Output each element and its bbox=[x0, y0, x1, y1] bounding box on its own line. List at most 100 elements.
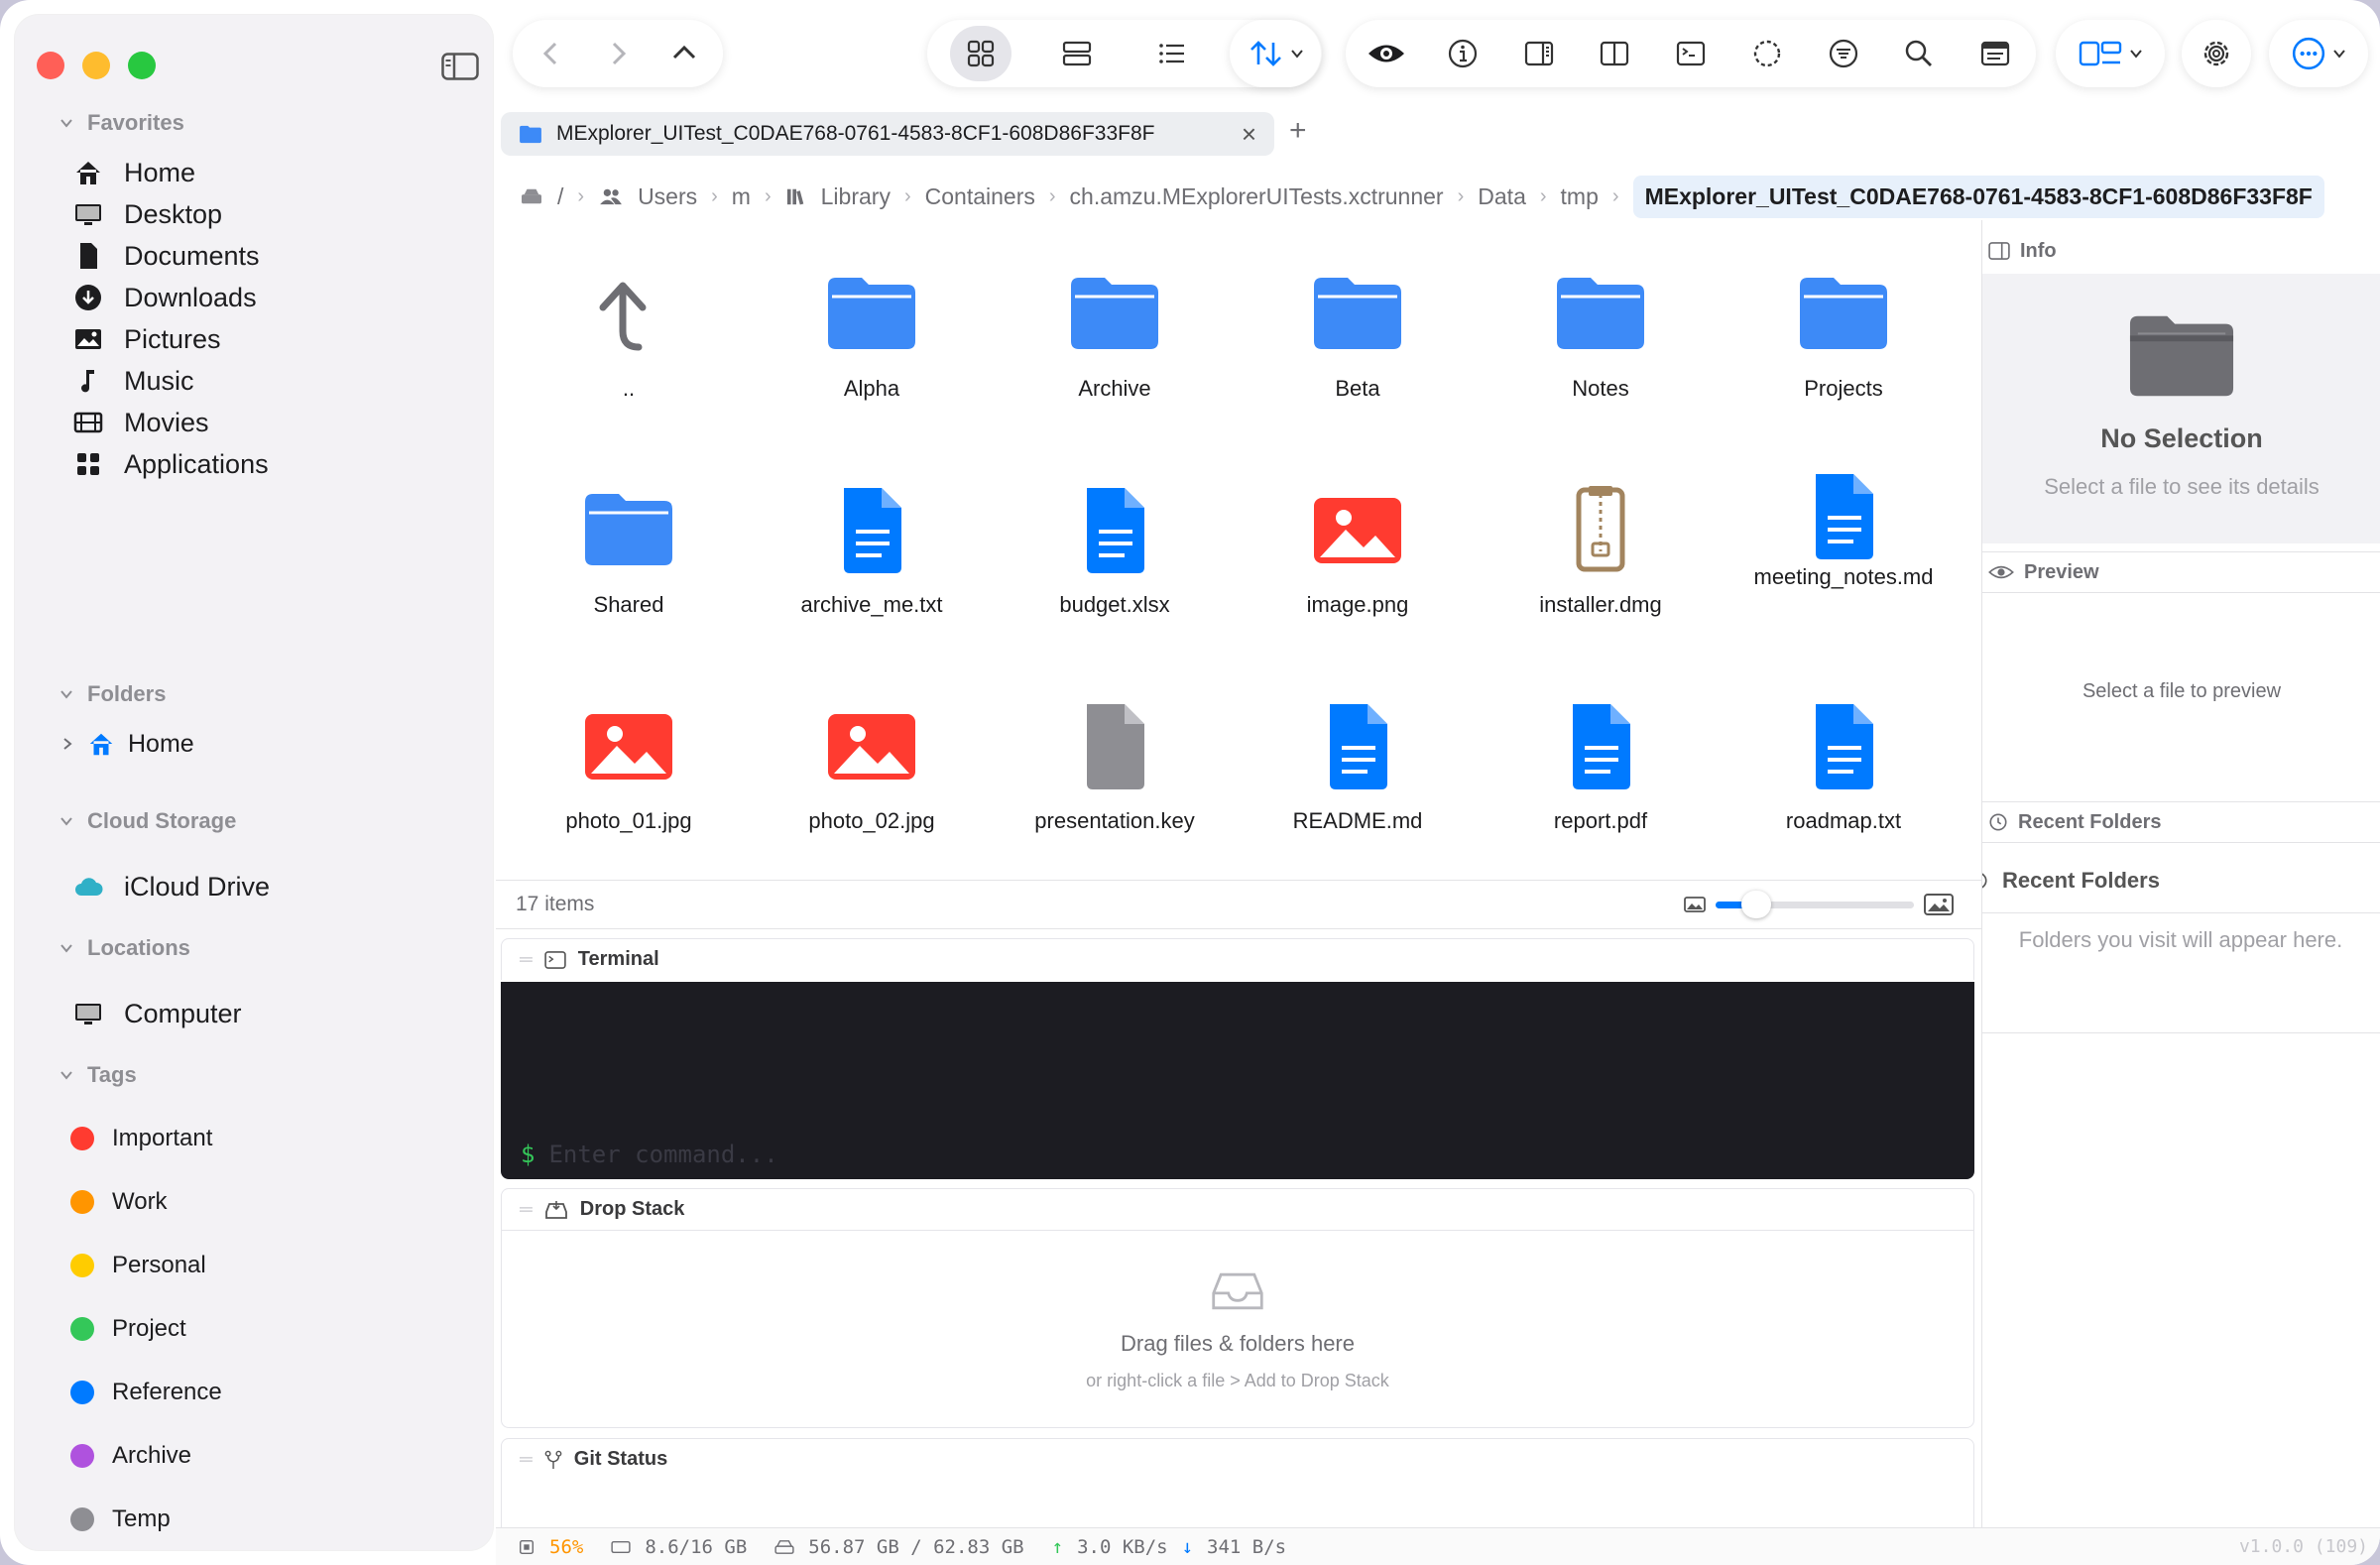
sidebar-item-pictures[interactable]: Pictures bbox=[72, 323, 221, 355]
slider-knob[interactable] bbox=[1741, 891, 1771, 918]
drag-handle-icon[interactable]: ═ bbox=[520, 1199, 533, 1220]
file-item[interactable]: Notes bbox=[1482, 264, 1720, 401]
drive-icon[interactable] bbox=[520, 186, 543, 206]
breadcrumb-item[interactable]: Containers bbox=[925, 183, 1035, 210]
sidebar-item-downloads[interactable]: Downloads bbox=[72, 282, 257, 313]
toggle-inspector-button[interactable] bbox=[1508, 26, 1570, 81]
sidebar-item-documents[interactable]: Documents bbox=[72, 240, 260, 272]
file-item[interactable]: Archive bbox=[996, 264, 1234, 401]
terminal-button[interactable] bbox=[1660, 26, 1722, 81]
gallery-view-button[interactable] bbox=[1046, 26, 1108, 81]
sidebar-tag-project[interactable]: Project bbox=[70, 1315, 186, 1343]
filter-button[interactable] bbox=[1813, 26, 1874, 81]
preview-header[interactable]: Preview bbox=[1982, 551, 2380, 593]
terminal-icon bbox=[1676, 41, 1706, 66]
cloud-section-header[interactable]: Cloud Storage bbox=[60, 808, 236, 834]
terminal-output[interactable]: $ bbox=[501, 982, 1974, 1179]
tab-current[interactable]: MExplorer_UITest_C0DAE768-0761-4583-8CF1… bbox=[501, 112, 1274, 156]
sidebar-item-icloud[interactable]: iCloud Drive bbox=[72, 871, 270, 903]
tray-icon bbox=[1212, 1272, 1263, 1310]
file-item[interactable]: presentation.key bbox=[996, 696, 1234, 833]
sort-button[interactable] bbox=[1230, 20, 1321, 87]
drop-zone[interactable]: Drag files & folders here or right-click… bbox=[501, 1230, 1974, 1428]
zoom-window-button[interactable] bbox=[128, 52, 156, 79]
sidebar-tag-temp[interactable]: Temp bbox=[70, 1505, 171, 1533]
sidebar-item-music[interactable]: Music bbox=[72, 365, 194, 397]
sidebar-item-home[interactable]: Home bbox=[72, 157, 195, 188]
layout-menu-button[interactable] bbox=[2056, 20, 2165, 87]
breadcrumb-current[interactable]: MExplorer_UITest_C0DAE768-0761-4583-8CF1… bbox=[1632, 175, 2324, 218]
file-item[interactable]: Alpha bbox=[753, 264, 991, 401]
preview-pane-button[interactable] bbox=[1964, 26, 2026, 81]
file-item[interactable]: Shared bbox=[510, 480, 748, 617]
back-button[interactable] bbox=[521, 26, 582, 81]
settings-button[interactable] bbox=[2182, 20, 2251, 87]
minimize-window-button[interactable] bbox=[82, 52, 110, 79]
sidebar-tag-important[interactable]: Important bbox=[70, 1125, 212, 1152]
breadcrumb-root[interactable]: / bbox=[557, 183, 563, 210]
terminal-command-input[interactable] bbox=[548, 1141, 1739, 1168]
chevron-right-icon bbox=[612, 42, 627, 65]
sidebar-item-movies[interactable]: Movies bbox=[72, 407, 209, 438]
favorites-section-header[interactable]: Favorites bbox=[60, 110, 184, 136]
file-item[interactable]: .. bbox=[510, 264, 748, 401]
forward-button[interactable] bbox=[587, 26, 649, 81]
file-item[interactable]: photo_02.jpg bbox=[753, 696, 991, 833]
breadcrumb-item[interactable]: Library bbox=[821, 183, 891, 210]
icon-size-slider[interactable] bbox=[1716, 885, 1914, 924]
sidebar-item-computer[interactable]: Computer bbox=[72, 998, 242, 1029]
more-menu-button[interactable] bbox=[2269, 20, 2368, 87]
tag-color-dot bbox=[70, 1381, 94, 1404]
sidebar-tag-work[interactable]: Work bbox=[70, 1188, 168, 1216]
file-item[interactable]: report.pdf bbox=[1482, 696, 1720, 833]
tags-section-header[interactable]: Tags bbox=[60, 1062, 137, 1088]
file-item[interactable]: installer.dmg bbox=[1482, 480, 1720, 617]
drag-handle-icon[interactable]: ═ bbox=[520, 949, 533, 970]
chevron-right-icon[interactable] bbox=[60, 737, 74, 751]
sidebar-toggle-icon[interactable] bbox=[441, 53, 479, 80]
icon-view-button[interactable] bbox=[950, 26, 1012, 81]
close-window-button[interactable] bbox=[37, 52, 64, 79]
file-item[interactable]: budget.xlsx bbox=[996, 480, 1234, 617]
search-button[interactable] bbox=[1888, 26, 1950, 81]
sidebar-tag-archive[interactable]: Archive bbox=[70, 1442, 191, 1470]
terminal-panel-header[interactable]: ═ Terminal bbox=[501, 938, 1974, 980]
file-item[interactable]: README.md bbox=[1239, 696, 1477, 833]
parent-folder-button[interactable] bbox=[654, 26, 715, 81]
sidebar-item-folder-home[interactable]: Home bbox=[60, 729, 194, 759]
file-item[interactable]: meeting_notes.md bbox=[1725, 474, 1963, 589]
file-item[interactable]: roadmap.txt bbox=[1725, 696, 1963, 833]
file-item[interactable]: archive_me.txt bbox=[753, 480, 991, 617]
recent-folders-header[interactable]: Recent Folders bbox=[1982, 801, 2380, 843]
file-item[interactable]: Beta bbox=[1239, 264, 1477, 401]
git-panel-header[interactable]: ═ Git Status bbox=[501, 1438, 1974, 1480]
drag-handle-icon[interactable]: ═ bbox=[520, 1449, 533, 1470]
sidebar-item-applications[interactable]: Applications bbox=[72, 448, 269, 480]
drop-zone-hint: or right-click a file > Add to Drop Stac… bbox=[1086, 1371, 1389, 1390]
file-item[interactable]: image.png bbox=[1239, 480, 1477, 617]
breadcrumb-item[interactable]: m bbox=[732, 183, 751, 210]
large-image-icon bbox=[1924, 894, 1954, 915]
sidebar-item-desktop[interactable]: Desktop bbox=[72, 198, 222, 230]
terminal-input-row[interactable]: $ bbox=[521, 1141, 1739, 1168]
dropstack-panel-header[interactable]: ═ Drop Stack bbox=[501, 1188, 1974, 1230]
folders-section-header[interactable]: Folders bbox=[60, 681, 166, 707]
file-item[interactable]: Projects bbox=[1725, 264, 1963, 401]
sidebar-tag-personal[interactable]: Personal bbox=[70, 1252, 206, 1279]
breadcrumb-item[interactable]: ch.amzu.MExplorerUITests.xctrunner bbox=[1070, 183, 1444, 210]
file-item[interactable]: photo_01.jpg bbox=[510, 696, 748, 833]
breadcrumb-item[interactable]: Data bbox=[1478, 183, 1526, 210]
list-view-button[interactable] bbox=[1141, 26, 1203, 81]
cpu-icon bbox=[519, 1539, 535, 1554]
locations-section-header[interactable]: Locations bbox=[60, 935, 190, 961]
quick-look-button[interactable] bbox=[1356, 26, 1417, 81]
info-header[interactable]: Info bbox=[1982, 230, 2380, 272]
sidebar-tag-reference[interactable]: Reference bbox=[70, 1379, 222, 1406]
new-tab-button[interactable]: + bbox=[1289, 114, 1307, 148]
selection-button[interactable] bbox=[1736, 26, 1798, 81]
breadcrumb-item[interactable]: tmp bbox=[1561, 183, 1599, 210]
tab-close-button[interactable]: × bbox=[1242, 119, 1256, 150]
split-view-button[interactable] bbox=[1584, 26, 1645, 81]
breadcrumb-item[interactable]: Users bbox=[638, 183, 697, 210]
info-button[interactable] bbox=[1432, 26, 1493, 81]
